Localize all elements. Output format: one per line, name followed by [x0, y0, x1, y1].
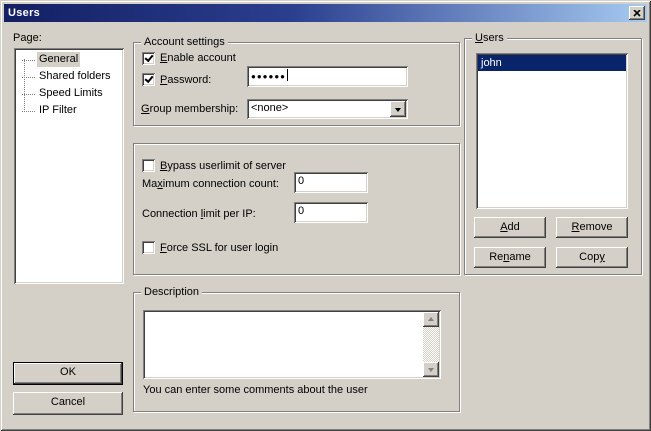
scroll-down-button[interactable] [423, 362, 439, 377]
password-checkbox[interactable] [142, 73, 155, 86]
add-button[interactable]: Add [474, 217, 546, 238]
bypass-userlimit-label[interactable]: Bypass userlimit of server [160, 160, 286, 173]
tree-item-label: General [37, 52, 80, 67]
scroll-up-icon [428, 314, 434, 321]
text-caret [287, 69, 288, 81]
description-hint: You can enter some comments about the us… [143, 384, 368, 397]
password-value: ●●●●●● [251, 72, 286, 81]
connection-limit-per-ip-input[interactable]: 0 [294, 202, 368, 223]
users-dialog: { "window": { "title": "Users" }, "icons… [0, 0, 651, 431]
window-title: Users [4, 7, 40, 19]
page-label: Page: [13, 32, 42, 45]
max-connection-count-input[interactable]: 0 [294, 172, 368, 193]
max-connection-count-value: 0 [298, 175, 304, 187]
tree-item-general[interactable]: General [14, 51, 124, 68]
user-name: john [481, 57, 502, 69]
user-list-item[interactable]: john [478, 55, 626, 71]
description-textarea[interactable] [143, 310, 441, 379]
connection-settings-group: Bypass userlimit of server Maximum conne… [133, 143, 460, 275]
remove-button[interactable]: Remove [556, 217, 628, 238]
chevron-down-icon [395, 108, 401, 115]
ok-button[interactable]: OK [13, 362, 123, 385]
connection-limit-per-ip-label: Connection limit per IP: [142, 208, 256, 221]
page-tree[interactable]: General Shared folders Speed Limits IP F… [14, 48, 124, 284]
password-label[interactable]: Password: [160, 74, 211, 87]
description-group: Description You can enter some comments … [133, 292, 460, 412]
bypass-userlimit-checkbox[interactable] [142, 159, 155, 172]
tree-item-label: Shared folders [37, 69, 113, 84]
users-group: Users john Add Remove Rename Copy [464, 38, 642, 275]
scroll-up-button[interactable] [423, 312, 439, 327]
account-settings-group: Account settings Enable account Password… [133, 42, 460, 126]
account-settings-title: Account settings [141, 36, 228, 49]
group-membership-select[interactable]: <none> [247, 99, 408, 119]
tree-item-speed-limits[interactable]: Speed Limits [14, 85, 124, 102]
close-button[interactable] [629, 6, 645, 20]
enable-account-label[interactable]: Enable account [160, 52, 236, 65]
copy-button[interactable]: Copy [556, 247, 628, 268]
max-connection-count-label: Maximum connection count: [142, 178, 279, 191]
tree-item-ip-filter[interactable]: IP Filter [14, 102, 124, 119]
tree-item-label: IP Filter [37, 103, 79, 118]
description-title: Description [141, 286, 202, 299]
users-title: Users [472, 32, 507, 45]
title-bar[interactable]: Users [4, 4, 647, 22]
cancel-button[interactable]: Cancel [13, 392, 123, 415]
password-input[interactable]: ●●●●●● [247, 66, 408, 87]
group-membership-dropdown-button[interactable] [390, 101, 406, 117]
close-icon [633, 10, 641, 17]
description-scrollbar[interactable] [423, 312, 439, 377]
group-membership-label: Group membership: [141, 103, 238, 116]
users-listbox[interactable]: john [476, 53, 628, 209]
connection-limit-per-ip-value: 0 [298, 205, 304, 217]
tree-item-shared-folders[interactable]: Shared folders [14, 68, 124, 85]
group-membership-value: <none> [251, 102, 288, 114]
force-ssl-checkbox[interactable] [142, 241, 155, 254]
force-ssl-label[interactable]: Force SSL for user login [160, 242, 278, 255]
rename-button[interactable]: Rename [474, 247, 546, 268]
tree-item-label: Speed Limits [37, 86, 105, 101]
scroll-down-icon [428, 368, 434, 375]
enable-account-checkbox[interactable] [142, 52, 155, 65]
